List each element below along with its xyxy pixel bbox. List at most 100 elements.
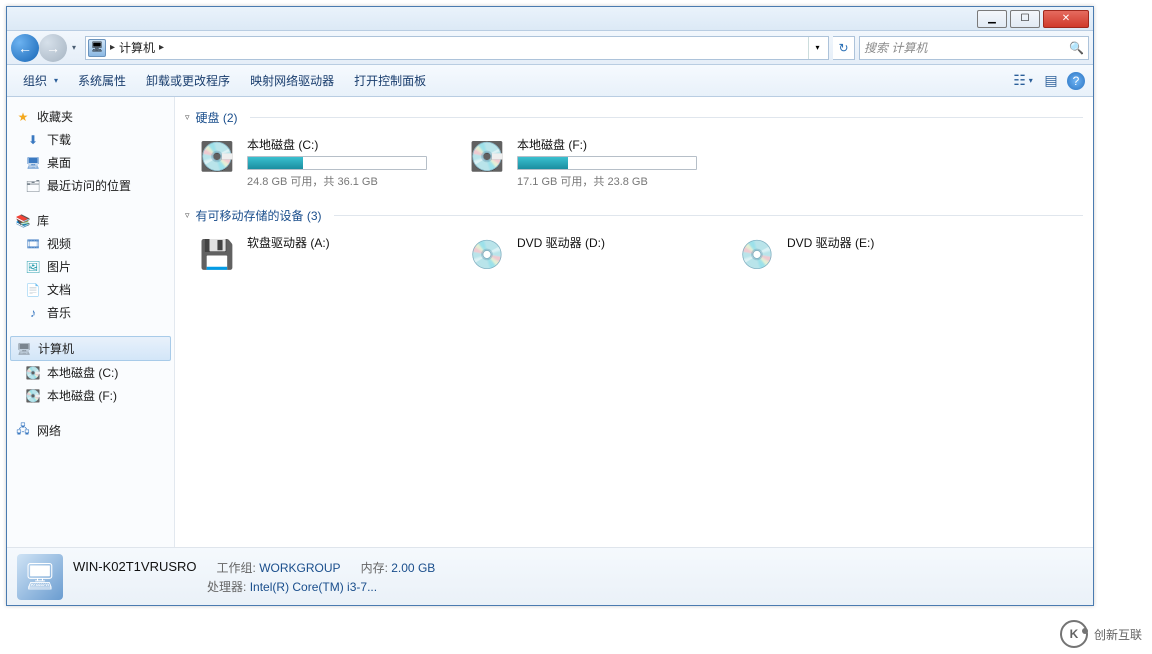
network-icon: 🖧 [15,423,31,439]
drive-item-e[interactable]: 💿 DVD 驱动器 (E:) [731,230,981,278]
drive-name: 本地磁盘 (C:) [247,136,437,153]
floppy-icon: 💾 [195,234,239,274]
sidebar-item-drive-f[interactable]: 💽 本地磁盘 (F:) [7,384,174,407]
sidebar-item-label: 本地磁盘 (F:) [47,387,117,404]
hdd-icon: 💽 [465,136,509,176]
sidebar-item-label: 图片 [47,258,71,275]
nav-history-dropdown[interactable]: ▾ [67,43,81,52]
system-properties-button[interactable]: 系统属性 [70,68,134,93]
memory-label: 内存: [361,561,388,575]
computer-name: WIN-K02T1VRUSRO [73,559,197,576]
computer-large-icon: 🖥 [17,554,63,600]
workgroup-value: WORKGROUP [259,561,340,575]
sidebar-item-recent[interactable]: 🗂 最近访问的位置 [7,174,174,197]
organize-menu[interactable]: 组织 [15,68,66,93]
search-placeholder: 搜索 计算机 [864,39,927,56]
memory-value: 2.00 GB [391,561,435,575]
watermark-logo-icon: K [1060,620,1088,648]
category-title: 硬盘 (2) [196,109,238,126]
sidebar-computer[interactable]: 🖥 计算机 [10,336,171,361]
drive-item-c[interactable]: 💽 本地磁盘 (C:) 24.8 GB 可用，共 36.1 GB [191,132,441,193]
nav-buttons: ← → ▾ [11,34,81,62]
back-button[interactable]: ← [11,34,39,62]
cpu-value: Intel(R) Core(TM) i3-7... [250,580,377,594]
sidebar-item-label: 最近访问的位置 [47,177,131,194]
cpu-label: 处理器: [207,580,246,594]
map-network-drive-button[interactable]: 映射网络驱动器 [242,68,342,93]
sidebar-item-label: 视频 [47,235,71,252]
drive-icon: 💽 [25,365,41,381]
drive-item-a[interactable]: 💾 软盘驱动器 (A:) [191,230,441,278]
preview-pane-button[interactable]: ▤ [1039,69,1063,93]
open-control-panel-button[interactable]: 打开控制面板 [346,68,434,93]
view-options-button[interactable]: ☷ [1011,69,1035,93]
sidebar-item-pictures[interactable]: 🖼 图片 [7,255,174,278]
watermark-text: 创新互联 [1094,626,1142,643]
sidebar-network[interactable]: 🖧 网络 [7,419,174,442]
drive-name: 软盘驱动器 (A:) [247,234,437,251]
file-list: ▿ 硬盘 (2) 💽 本地磁盘 (C:) 24.8 GB 可用，共 36.1 G… [175,97,1093,547]
category-header-hdd[interactable]: ▿ 硬盘 (2) [185,109,1083,126]
search-input[interactable]: 搜索 计算机 🔍 [859,36,1089,60]
drive-name: 本地磁盘 (F:) [517,136,707,153]
sidebar-item-videos[interactable]: 🎞视频 [7,232,174,255]
sidebar-item-drive-c[interactable]: 💽本地磁盘 (C:) [7,361,174,384]
collapse-icon: ▿ [185,112,190,123]
breadcrumb-item[interactable]: 计算机 [119,39,155,56]
navigation-pane: ★收藏夹 ⬇下载 🖥桌面 🗂最近访问的位置 📚库 🎞视频 🖼图片 📄文档 ♪音乐… [7,97,175,547]
drive-item-f[interactable]: 💽 本地磁盘 (F:) 17.1 GB 可用，共 23.8 GB [461,132,711,193]
star-icon: ★ [15,109,31,125]
hdd-icon: 💽 [195,136,239,176]
drive-icon: 💽 [25,388,41,404]
category-title: 有可移动存储的设备 (3) [196,207,322,224]
download-icon: ⬇ [25,132,41,148]
sidebar-item-music[interactable]: ♪ 音乐 [7,301,174,324]
uninstall-programs-button[interactable]: 卸载或更改程序 [138,68,238,93]
sidebar-item-label: 桌面 [47,154,71,171]
sidebar-label: 网络 [37,422,61,439]
command-bar: 组织 系统属性 卸载或更改程序 映射网络驱动器 打开控制面板 ☷ ▤ ? [7,65,1093,97]
window-titlebar: ▁ ☐ ✕ [7,7,1093,31]
sidebar-favorites[interactable]: ★ 收藏夹 [7,105,174,128]
maximize-button[interactable]: ☐ [1010,10,1040,28]
hdd-items: 💽 本地磁盘 (C:) 24.8 GB 可用，共 36.1 GB 💽 本地磁盘 … [191,132,1083,193]
computer-icon: 🖥 [88,39,106,57]
recent-icon: 🗂 [25,178,41,194]
drive-name: DVD 驱动器 (E:) [787,234,977,251]
sidebar-label: 计算机 [38,340,74,357]
sidebar-item-downloads[interactable]: ⬇ 下载 [7,128,174,151]
sidebar-item-label: 文档 [47,281,71,298]
category-header-removable[interactable]: ▿ 有可移动存储的设备 (3) [185,207,1083,224]
picture-icon: 🖼 [25,259,41,275]
capacity-bar [247,156,427,170]
drive-free-text: 17.1 GB 可用，共 23.8 GB [517,173,707,189]
music-icon: ♪ [25,305,41,321]
address-history-dropdown[interactable]: ▾ [808,37,826,59]
refresh-button[interactable]: ↻ [833,36,855,60]
computer-icon: 🖥 [16,341,32,357]
sidebar-item-label: 音乐 [47,304,71,321]
sidebar-label: 收藏夹 [37,108,73,125]
content-area: ★收藏夹 ⬇下载 🖥桌面 🗂最近访问的位置 📚库 🎞视频 🖼图片 📄文档 ♪音乐… [7,97,1093,547]
watermark: K 创新互联 [1060,620,1142,648]
forward-button[interactable]: → [39,34,67,62]
minimize-button[interactable]: ▁ [977,10,1007,28]
drive-free-text: 24.8 GB 可用，共 36.1 GB [247,173,437,189]
drive-name: DVD 驱动器 (D:) [517,234,707,251]
removable-items: 💾 软盘驱动器 (A:) 💿 DVD 驱动器 (D:) 💿 DVD 驱动器 (E… [191,230,1083,278]
help-icon[interactable]: ? [1067,72,1085,90]
close-button[interactable]: ✕ [1043,10,1089,28]
sidebar-item-label: 下载 [47,131,71,148]
workgroup-label: 工作组: [217,561,256,575]
breadcrumb-sep-icon: ▸ [157,42,166,53]
search-icon: 🔍 [1069,41,1084,55]
address-bar-row: ← → ▾ 🖥 ▸ 计算机 ▸ ▾ ↻ 搜索 计算机 🔍 [7,31,1093,65]
collapse-icon: ▿ [185,210,190,221]
breadcrumb-sep-icon: ▸ [108,42,117,53]
drive-item-d[interactable]: 💿 DVD 驱动器 (D:) [461,230,711,278]
sidebar-libraries[interactable]: 📚库 [7,209,174,232]
address-bar[interactable]: 🖥 ▸ 计算机 ▸ ▾ [85,36,829,60]
sidebar-item-documents[interactable]: 📄 文档 [7,278,174,301]
document-icon: 📄 [25,282,41,298]
sidebar-item-desktop[interactable]: 🖥桌面 [7,151,174,174]
